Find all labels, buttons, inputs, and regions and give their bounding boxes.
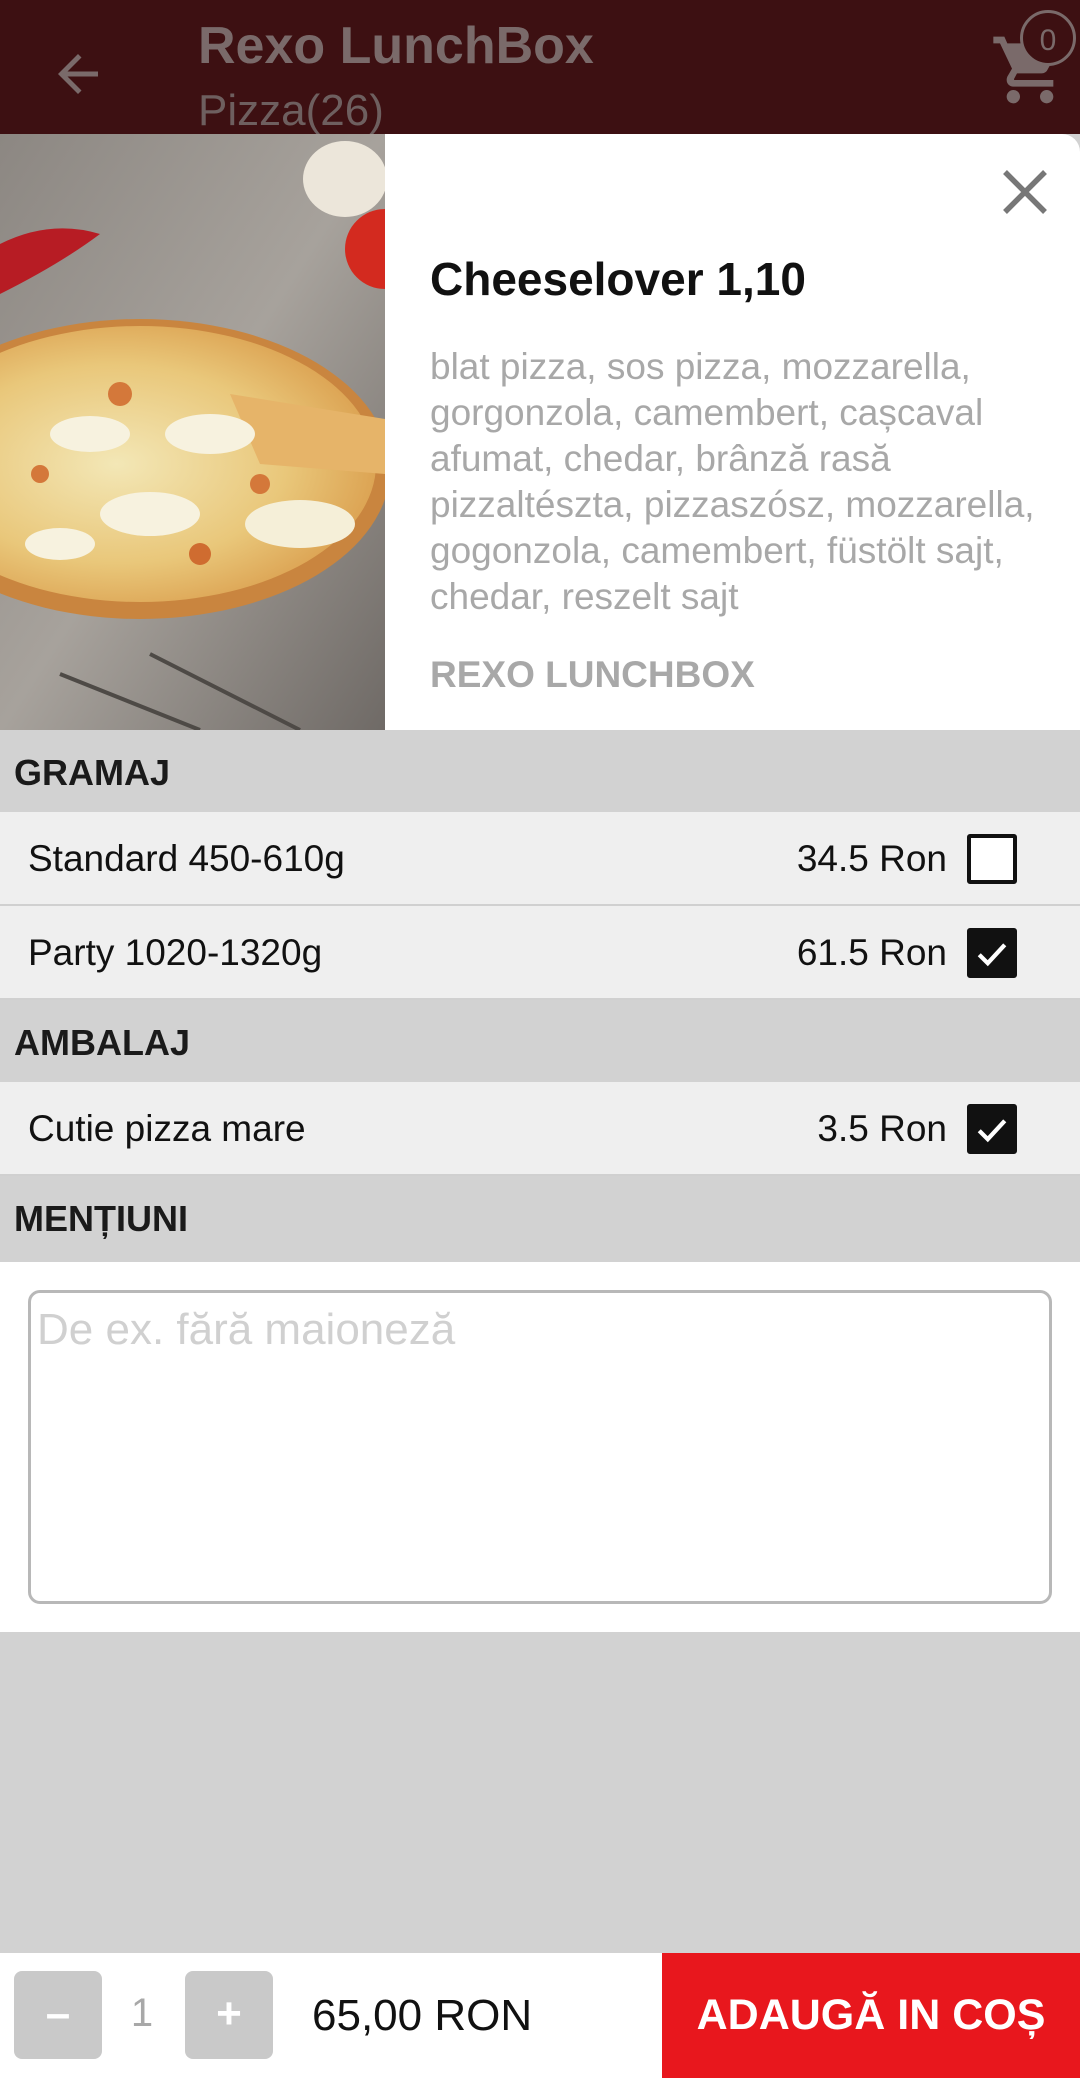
option-row-party[interactable]: Party 1020-1320g 61.5 Ron	[0, 906, 1080, 1000]
product-name: Cheeselover 1,10	[430, 253, 806, 305]
notes-container	[0, 1262, 1080, 1632]
quantity-value: 1	[130, 1991, 154, 2035]
section-header-gramaj: GRAMAJ	[0, 730, 1080, 812]
option-price: 3.5 Ron	[817, 1108, 947, 1149]
app-bar: Rexo LunchBox Pizza(26) 0	[0, 0, 1080, 135]
option-price: 61.5 Ron	[796, 932, 947, 973]
option-label: Party 1020-1320g	[28, 932, 323, 973]
option-label: Cutie pizza mare	[28, 1108, 306, 1149]
bottom-bar: – 1 + 65,00 RON ADAUGĂ IN COȘ	[0, 1953, 1080, 2078]
option-checkbox-checked[interactable]	[967, 1104, 1017, 1154]
cart-count-badge: 0	[1020, 10, 1076, 66]
vendor-name: REXO LUNCHBOX	[430, 654, 755, 695]
close-icon[interactable]	[995, 162, 1055, 222]
section-title: GRAMAJ	[14, 752, 171, 793]
checkmark-icon	[977, 943, 1007, 967]
quantity-increase-button[interactable]: +	[185, 1971, 273, 2059]
option-row-cutie[interactable]: Cutie pizza mare 3.5 Ron	[0, 1082, 1080, 1176]
add-to-cart-button[interactable]: ADAUGĂ IN COȘ	[662, 1953, 1080, 2078]
product-header: Cheeselover 1,10 blat pizza, sos pizza, …	[0, 134, 1080, 730]
section-header-ambalaj: AMBALAJ	[0, 1000, 1080, 1082]
notes-textarea[interactable]	[28, 1290, 1052, 1604]
option-checkbox-checked[interactable]	[967, 928, 1017, 978]
product-description: blat pizza, sos pizza, mozzarella, gorgo…	[430, 346, 1035, 617]
option-price: 34.5 Ron	[796, 838, 947, 879]
app-subtitle: Pizza(26)	[198, 86, 384, 135]
quantity-decrease-button[interactable]: –	[14, 1971, 102, 2059]
option-row-standard[interactable]: Standard 450-610g 34.5 Ron	[0, 812, 1080, 906]
total-price: 65,00 RON	[312, 1991, 533, 2040]
option-label: Standard 450-610g	[28, 838, 345, 879]
option-checkbox[interactable]	[967, 834, 1017, 884]
checkmark-icon	[977, 1119, 1007, 1143]
section-title: MENȚIUNI	[14, 1198, 188, 1239]
product-modal: Cheeselover 1,10 blat pizza, sos pizza, …	[0, 134, 1080, 2078]
product-photo	[0, 134, 385, 730]
app-title: Rexo LunchBox	[198, 17, 594, 75]
back-arrow-icon[interactable]	[48, 44, 108, 104]
section-header-mentiuni: MENȚIUNI	[0, 1176, 1080, 1262]
section-title: AMBALAJ	[14, 1022, 190, 1063]
